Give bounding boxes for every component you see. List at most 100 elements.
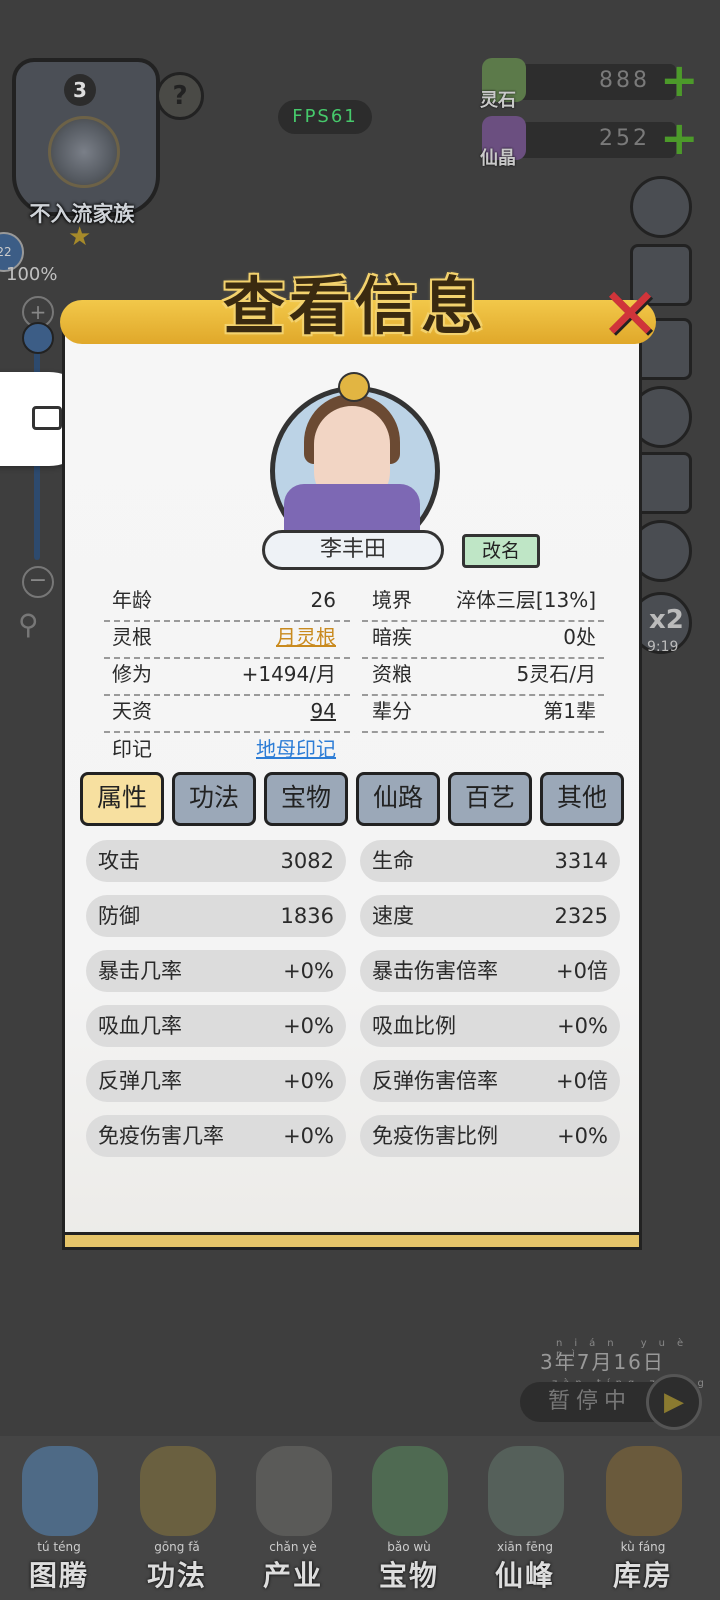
speed-multiplier: x2 — [649, 605, 684, 635]
nav-label: 库房 — [612, 1559, 673, 1592]
stat-value: +0% — [557, 1014, 608, 1038]
close-button[interactable]: ✕ — [598, 278, 662, 350]
currency-spirit-stone: 灵石 888 + — [480, 57, 700, 111]
character-name: 李丰田 — [262, 530, 444, 570]
stat-label: 吸血比例 — [372, 1014, 456, 1038]
rename-button[interactable]: 改名 — [462, 534, 540, 568]
stat-label: 暴击几率 — [98, 959, 182, 983]
nav-pinyin: xiān fēng — [496, 1540, 554, 1554]
stat-label: 免疫伤害比例 — [372, 1124, 498, 1148]
tab-arts[interactable]: 百艺 — [448, 772, 532, 826]
add-immortal-crystal-button[interactable]: + — [660, 115, 699, 161]
info-label: 境界 — [372, 588, 412, 612]
fps-counter: FPS61 — [278, 100, 372, 134]
character-portrait — [264, 372, 440, 556]
info-row-hidden-illness: 暗疾 0处 — [372, 619, 596, 655]
info-label: 灵根 — [112, 625, 152, 649]
stat-reflect-damage: 反弹伤害倍率 +0倍 — [360, 1060, 620, 1102]
row-divider — [104, 731, 350, 733]
stat-label: 反弹伤害倍率 — [372, 1069, 498, 1093]
family-rank-badge: 3 — [64, 74, 96, 106]
stat-health: 生命 3314 — [360, 840, 620, 882]
yin-yang-icon[interactable] — [630, 176, 692, 238]
info-label: 暗疾 — [372, 625, 412, 649]
nav-pinyin: chǎn yè — [269, 1540, 317, 1554]
nav-label: 产业 — [262, 1559, 323, 1592]
help-button[interactable]: ? — [156, 72, 204, 120]
row-divider — [362, 657, 604, 659]
speed-timer: 9:19 — [647, 639, 679, 655]
nav-treasures[interactable]: bǎo wù 宝物 — [356, 1440, 462, 1596]
stat-attack: 攻击 3082 — [86, 840, 346, 882]
nav-pinyin: kù fáng — [620, 1540, 666, 1554]
info-label: 辈分 — [372, 699, 412, 723]
info-value: 0处 — [563, 625, 596, 649]
stat-value: +0% — [283, 1069, 334, 1093]
info-label: 资粮 — [372, 662, 412, 686]
industry-icon — [256, 1446, 332, 1536]
nav-totem[interactable]: tú téng 图腾 — [6, 1440, 112, 1596]
info-value: 26 — [310, 588, 336, 612]
nav-label: 功法 — [146, 1559, 207, 1592]
family-emblem[interactable]: 3 不入流家族 ★ — [12, 58, 160, 252]
row-divider — [104, 620, 350, 622]
info-row-generation: 辈分 第1辈 — [372, 693, 596, 729]
stat-value: +0% — [283, 1124, 334, 1148]
stat-immune-rate: 免疫伤害几率 +0% — [86, 1115, 346, 1157]
info-row-age: 年龄 26 — [112, 582, 336, 618]
star-icon: ★ — [68, 222, 92, 252]
stat-label: 反弹几率 — [98, 1069, 182, 1093]
tab-other[interactable]: 其他 — [540, 772, 624, 826]
zoom-out-button[interactable]: − — [22, 566, 54, 598]
stat-label: 生命 — [372, 849, 414, 873]
stat-label: 免疫伤害几率 — [98, 1124, 224, 1148]
talent-link[interactable]: 94 — [311, 693, 336, 729]
stat-reflect-rate: 反弹几率 +0% — [86, 1060, 346, 1102]
nav-label: 仙峰 — [494, 1559, 555, 1592]
row-divider — [362, 731, 604, 733]
nav-storehouse[interactable]: kù fáng 库房 — [590, 1440, 696, 1596]
nav-peaks[interactable]: xiān fēng 仙峰 — [472, 1440, 578, 1596]
info-row-realm: 境界 淬体三层[13%] — [372, 582, 596, 618]
family-emblem-icon — [48, 116, 120, 188]
currency-value: 252 — [599, 126, 650, 151]
zoom-slider-handle[interactable] — [22, 322, 54, 354]
stat-value: 3314 — [554, 849, 608, 873]
nav-pinyin: tú téng — [37, 1540, 81, 1554]
tab-treasures[interactable]: 宝物 — [264, 772, 348, 826]
stat-label: 吸血几率 — [98, 1014, 182, 1038]
mark-link[interactable]: 地母印记 — [256, 731, 336, 767]
currency-label: 灵石 — [480, 90, 516, 111]
currency-label: 仙晶 — [480, 148, 516, 169]
panel-title: 查看信息 — [222, 270, 487, 343]
play-button[interactable]: ▶ — [646, 1374, 702, 1430]
pause-status: 暂停中 — [520, 1382, 660, 1422]
stat-crit-rate: 暴击几率 +0% — [86, 950, 346, 992]
row-divider — [104, 657, 350, 659]
nav-techniques[interactable]: gōng fǎ 功法 — [124, 1440, 230, 1596]
currency-immortal-crystal: 仙晶 252 + — [480, 115, 700, 169]
info-label: 修为 — [112, 662, 152, 686]
spirit-root-link[interactable]: 月灵根 — [276, 619, 336, 655]
zoom-percent: 100% — [6, 264, 58, 285]
tab-immortal-path[interactable]: 仙路 — [356, 772, 440, 826]
add-spirit-stone-button[interactable]: + — [660, 57, 699, 103]
tab-attributes[interactable]: 属性 — [80, 772, 164, 826]
location-pin-icon[interactable]: ⚲ — [18, 608, 54, 648]
stat-value: +0% — [283, 959, 334, 983]
nav-industry[interactable]: chǎn yè 产业 — [240, 1440, 346, 1596]
portrait-crown — [338, 372, 370, 402]
nav-label: 图腾 — [28, 1559, 89, 1592]
nav-label: 宝物 — [378, 1559, 439, 1592]
tab-techniques[interactable]: 功法 — [172, 772, 256, 826]
portrait-robe — [284, 484, 420, 532]
row-divider — [362, 694, 604, 696]
currency-bar — [516, 122, 676, 158]
info-row-cultivation: 修为 +1494/月 — [112, 656, 336, 692]
stat-speed: 速度 2325 — [360, 895, 620, 937]
info-value: 第1辈 — [543, 699, 596, 723]
techniques-icon — [140, 1446, 216, 1536]
tv-icon — [32, 406, 62, 430]
game-date: 3年7月16日 — [540, 1350, 665, 1374]
info-label: 印记 — [112, 737, 152, 761]
